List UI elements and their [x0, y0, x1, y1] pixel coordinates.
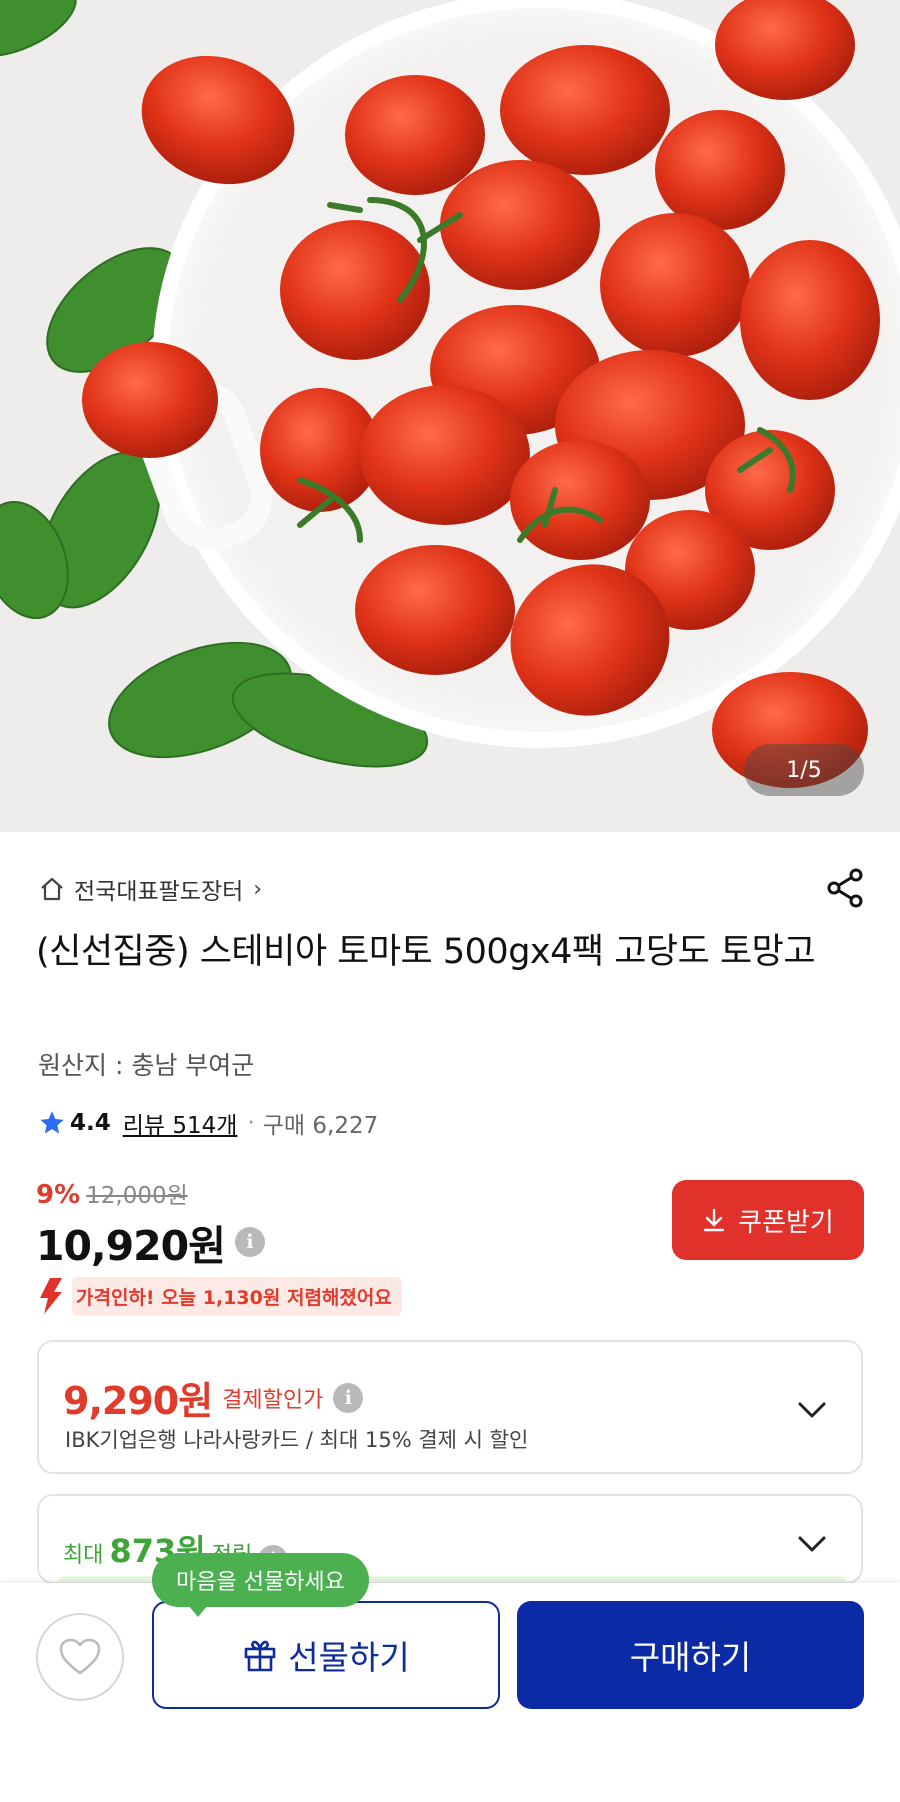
- coupon-download-button[interactable]: 쿠폰받기: [672, 1180, 864, 1260]
- price-row: 10,920원 i: [36, 1212, 265, 1272]
- separator-dot: ·: [247, 1110, 255, 1136]
- store-name: 전국대표팔도장터: [74, 879, 244, 905]
- payment-discount-price-row: 9,290원 결제할인가 i: [63, 1370, 364, 1425]
- chevron-down-icon[interactable]: [797, 1534, 827, 1554]
- points-prefix: 최대: [63, 1543, 104, 1568]
- home-icon: [41, 877, 63, 901]
- gift-tooltip: 마음을 선물하세요: [152, 1553, 369, 1617]
- discount-rate: 9%: [36, 1180, 81, 1210]
- star-icon: [40, 1111, 64, 1134]
- sale-price: 10,920원: [36, 1222, 226, 1270]
- image-counter: 1/5: [744, 744, 864, 796]
- price-drop-notice: 가격인하! 오늘 1,130원 저렴해졌어요: [36, 1276, 402, 1316]
- payment-info-icon[interactable]: i: [333, 1382, 364, 1413]
- gift-button[interactable]: 선물하기: [152, 1601, 500, 1709]
- share-icon[interactable]: [823, 866, 867, 910]
- chevron-right-icon: ›: [253, 876, 263, 902]
- heart-icon: [59, 1638, 101, 1675]
- gift-label: 선물하기: [288, 1639, 410, 1676]
- bottom-action-bar: 선물하기 구매하기: [0, 1583, 900, 1802]
- purchase-count: 구매 6,227: [262, 1113, 379, 1139]
- original-price: 12,000원: [86, 1183, 188, 1209]
- price-info-icon[interactable]: i: [234, 1227, 265, 1257]
- payment-discount-detail: IBK기업은행 나라사랑카드 / 최대 15% 결제 시 할인: [65, 1428, 529, 1452]
- store-link[interactable]: 전국대표팔도장터 ›: [38, 872, 262, 906]
- payment-discount-label: 결제할인가: [222, 1387, 324, 1413]
- discount-row: 9% 12,000원: [36, 1176, 188, 1210]
- payment-discount-price: 9,290원: [63, 1379, 213, 1423]
- review-count-link[interactable]: 리뷰 514개: [123, 1106, 238, 1140]
- buy-button[interactable]: 구매하기: [517, 1601, 864, 1709]
- download-icon: [703, 1208, 725, 1232]
- product-origin: 원산지 : 충남 부여군: [38, 1051, 255, 1080]
- chevron-down-icon[interactable]: [797, 1400, 827, 1420]
- buy-label: 구매하기: [629, 1639, 752, 1676]
- product-photo: [0, 0, 900, 788]
- rating-value: 4.4: [70, 1110, 111, 1136]
- payment-discount-card[interactable]: 9,290원 결제할인가 i IBK기업은행 나라사랑카드 / 최대 15% 결…: [37, 1340, 863, 1474]
- rating-row: 4.4 리뷰 514개 · 구매 6,227: [38, 1106, 378, 1140]
- product-image-gallery[interactable]: 1/5: [0, 0, 900, 832]
- gift-icon: [244, 1640, 276, 1672]
- product-title: (신선집중) 스테비아 토마토 500gx4팩 고당도 토망고: [36, 932, 816, 972]
- price-drop-text: 가격인하! 오늘 1,130원 저렴해졌어요: [72, 1276, 402, 1316]
- like-button[interactable]: [36, 1613, 124, 1701]
- coupon-label: 쿠폰받기: [738, 1206, 834, 1237]
- price-drop-arrow-icon: [40, 1278, 62, 1314]
